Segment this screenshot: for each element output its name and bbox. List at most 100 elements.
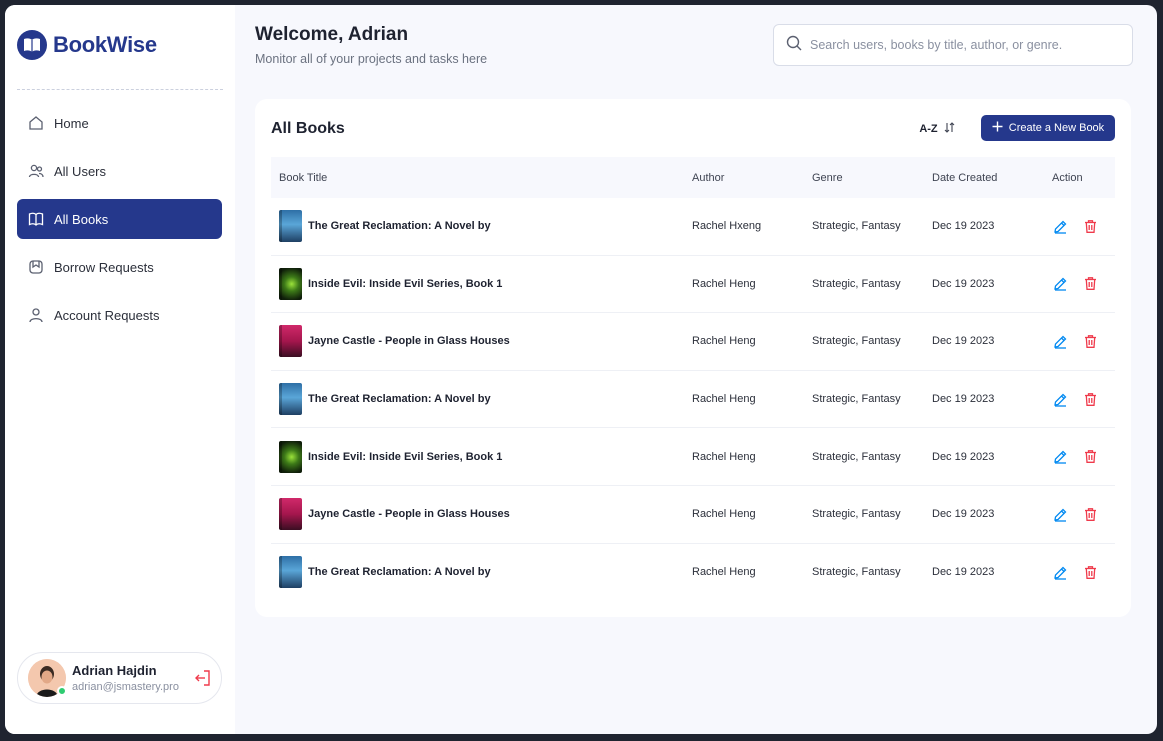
column-header-title[interactable]: Book Title	[271, 172, 683, 184]
book-title-cell: The Great Reclamation: A Novel by	[271, 210, 683, 243]
book-genre: Strategic, Fantasy	[812, 508, 901, 521]
book-cover-image[interactable]	[279, 440, 302, 473]
book-title[interactable]: The Great Reclamation: A Novel by	[308, 393, 491, 405]
book-title-cell: Inside Evil: Inside Evil Series, Book 1	[271, 440, 683, 473]
book-title[interactable]: The Great Reclamation: A Novel by	[308, 566, 491, 578]
panel-title: All Books	[271, 120, 345, 137]
all-books-panel: All Books A-Z Create a New Book Book Tit…	[255, 99, 1131, 617]
sidebar-nav: Home All Users All Books Borrow Requests	[17, 103, 222, 343]
book-author: Rachel Heng	[692, 393, 756, 406]
home-icon	[27, 115, 44, 132]
search-input[interactable]	[810, 38, 1110, 52]
edit-icon[interactable]	[1052, 218, 1068, 234]
table-row[interactable]: Inside Evil: Inside Evil Series, Book 1 …	[271, 256, 1115, 314]
sort-label: A-Z	[919, 123, 938, 135]
edit-icon[interactable]	[1052, 333, 1068, 349]
book-cover-image[interactable]	[279, 383, 302, 416]
logout-icon[interactable]	[193, 668, 213, 688]
book-genre: Strategic, Fantasy	[812, 335, 901, 348]
sidebar-item-label: Home	[54, 115, 89, 131]
delete-icon[interactable]	[1082, 391, 1098, 407]
book-title[interactable]: Jayne Castle - People in Glass Houses	[308, 508, 510, 520]
table-row[interactable]: The Great Reclamation: A Novel by Rachel…	[271, 198, 1115, 256]
user-email: adrian@jsmastery.pro	[72, 681, 179, 693]
book-date-created: Dec 19 2023	[932, 220, 995, 233]
book-cover-image[interactable]	[279, 210, 302, 243]
create-book-label: Create a New Book	[1008, 122, 1105, 134]
book-cover-image[interactable]	[279, 325, 302, 358]
book-date-created: Dec 19 2023	[932, 393, 995, 406]
sidebar-item-account-requests[interactable]: Account Requests	[17, 295, 222, 335]
sidebar-item-label: All Users	[54, 163, 107, 179]
delete-icon[interactable]	[1082, 449, 1098, 465]
book-title-cell: The Great Reclamation: A Novel by	[271, 383, 683, 416]
sidebar-item-home[interactable]: Home	[17, 103, 222, 143]
table-row[interactable]: Inside Evil: Inside Evil Series, Book 1 …	[271, 428, 1115, 486]
app-name: BookWise	[53, 32, 157, 57]
user-name: Adrian Hajdin	[72, 663, 157, 678]
book-date-created: Dec 19 2023	[932, 566, 995, 579]
book-date-created: Dec 19 2023	[932, 277, 995, 290]
row-actions	[1043, 506, 1115, 522]
table-row[interactable]: The Great Reclamation: A Novel by Rachel…	[271, 544, 1115, 602]
sidebar-divider	[17, 89, 223, 90]
delete-icon[interactable]	[1082, 218, 1098, 234]
column-header-date[interactable]: Date Created	[923, 172, 1043, 184]
column-header-action: Action	[1052, 171, 1083, 184]
book-date-created: Dec 19 2023	[932, 335, 995, 348]
delete-icon[interactable]	[1082, 276, 1098, 292]
edit-icon[interactable]	[1052, 391, 1068, 407]
book-author: Rachel Heng	[692, 335, 756, 348]
search-icon	[786, 35, 802, 56]
sidebar-item-label: Borrow Requests	[54, 259, 154, 275]
book-cover-image[interactable]	[279, 267, 302, 300]
edit-icon[interactable]	[1052, 276, 1068, 292]
book-title-cell: Inside Evil: Inside Evil Series, Book 1	[271, 267, 683, 300]
book-date-created: Dec 19 2023	[932, 450, 995, 463]
page-subtitle: Monitor all of your projects and tasks h…	[255, 52, 488, 66]
delete-icon[interactable]	[1082, 564, 1098, 580]
row-actions	[1043, 449, 1115, 465]
table-body: The Great Reclamation: A Novel by Rachel…	[271, 198, 1115, 601]
book-author: Rachel Hxeng	[692, 220, 762, 233]
book-author: Rachel Heng	[692, 508, 756, 521]
row-actions	[1043, 218, 1115, 234]
book-genre: Strategic, Fantasy	[812, 566, 901, 579]
book-date-created: Dec 19 2023	[932, 508, 995, 521]
sort-button[interactable]: A-Z	[911, 117, 963, 141]
bookmark-icon	[27, 259, 44, 276]
sidebar-item-borrow-requests[interactable]: Borrow Requests	[17, 247, 222, 287]
user-icon	[27, 307, 44, 324]
table-row[interactable]: Jayne Castle - People in Glass Houses Ra…	[271, 313, 1115, 371]
book-cover-image[interactable]	[279, 498, 302, 531]
column-header-genre[interactable]: Genre	[803, 172, 923, 184]
edit-icon[interactable]	[1052, 449, 1068, 465]
page-title: Welcome, Adrian	[255, 24, 409, 45]
sidebar-item-all-users[interactable]: All Users	[17, 151, 222, 191]
edit-icon[interactable]	[1052, 506, 1068, 522]
column-header-author[interactable]: Author	[683, 172, 803, 184]
sidebar-item-all-books[interactable]: All Books	[17, 199, 222, 239]
avatar[interactable]	[28, 659, 67, 697]
book-title[interactable]: The Great Reclamation: A Novel by	[308, 220, 491, 232]
table-row[interactable]: The Great Reclamation: A Novel by Rachel…	[271, 371, 1115, 429]
book-genre: Strategic, Fantasy	[812, 277, 901, 290]
row-actions	[1043, 391, 1115, 407]
user-info: Adrian Hajdin adrian@jsmastery.pro	[72, 663, 179, 693]
delete-icon[interactable]	[1082, 333, 1098, 349]
book-title-cell: Jayne Castle - People in Glass Houses	[271, 498, 683, 531]
table-header: Book Title Author Genre Date Created Act…	[271, 157, 1115, 198]
row-actions	[1043, 564, 1115, 580]
user-profile-card[interactable]: Adrian Hajdin adrian@jsmastery.pro	[17, 652, 222, 704]
edit-icon[interactable]	[1052, 564, 1068, 580]
book-title[interactable]: Inside Evil: Inside Evil Series, Book 1	[308, 451, 502, 463]
logo[interactable]: BookWise	[17, 30, 157, 60]
table-row[interactable]: Jayne Castle - People in Glass Houses Ra…	[271, 486, 1115, 544]
delete-icon[interactable]	[1082, 506, 1098, 522]
book-cover-image[interactable]	[279, 556, 302, 589]
create-book-button[interactable]: Create a New Book	[981, 115, 1115, 141]
sidebar-item-label: All Books	[54, 211, 109, 227]
search-box[interactable]	[773, 24, 1133, 66]
book-title[interactable]: Inside Evil: Inside Evil Series, Book 1	[308, 278, 502, 290]
book-title[interactable]: Jayne Castle - People in Glass Houses	[308, 335, 510, 347]
